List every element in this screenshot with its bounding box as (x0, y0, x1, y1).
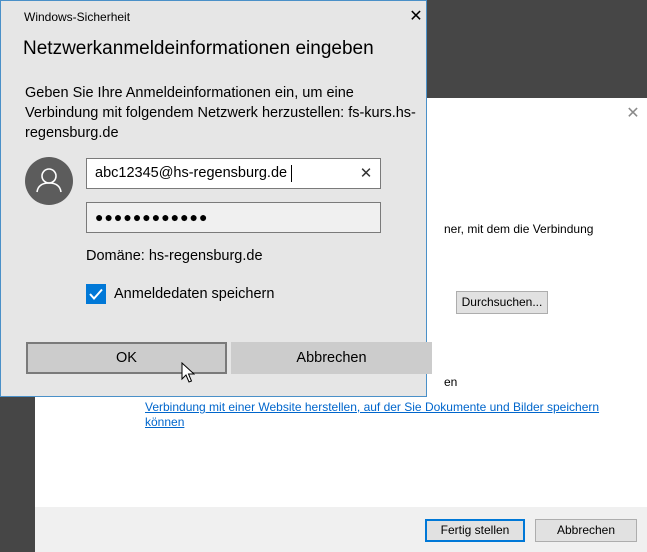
close-icon[interactable]: ✕ (621, 102, 645, 126)
clear-icon[interactable]: ✕ (356, 165, 376, 183)
domain-label: Domäne: hs-regensburg.de (86, 248, 263, 264)
ok-button[interactable]: OK (26, 342, 227, 374)
cancel-button[interactable]: Abbrechen (231, 342, 432, 374)
wizard-cancel-button[interactable]: Abbrechen (535, 519, 637, 542)
mouse-pointer-icon (181, 362, 195, 383)
wizard-option-text: en (444, 375, 458, 389)
username-input[interactable]: abc12345@hs-regensburg.de (86, 158, 381, 189)
text-caret (291, 165, 292, 182)
checkmark-icon[interactable] (86, 284, 106, 304)
password-input[interactable]: ●●●●●●●●●●●● (86, 202, 381, 233)
website-connection-link[interactable]: Verbindung mit einer Website herstellen,… (145, 400, 605, 429)
user-icon (25, 157, 73, 205)
remember-credentials-label[interactable]: Anmeldedaten speichern (114, 286, 274, 302)
browse-button[interactable]: Durchsuchen... (456, 291, 548, 314)
wizard-description: ner, mit dem die Verbindung (444, 222, 594, 236)
credential-dialog: Windows-Sicherheit ✕ Netzwerkanmeldeinfo… (0, 0, 432, 397)
remember-credentials-checkbox[interactable]: Anmeldedaten speichern (86, 283, 274, 305)
dialog-message: Geben Sie Ihre Anmeldeinformationen ein,… (25, 85, 416, 141)
finish-button[interactable]: Fertig stellen (425, 519, 525, 542)
dialog-window-title: Windows-Sicherheit (24, 10, 131, 24)
wizard-footer: Fertig stellen Abbrechen (35, 507, 647, 552)
close-icon[interactable]: ✕ (405, 5, 427, 29)
dialog-heading: Netzwerkanmeldeinformationen eingeben (23, 38, 374, 59)
